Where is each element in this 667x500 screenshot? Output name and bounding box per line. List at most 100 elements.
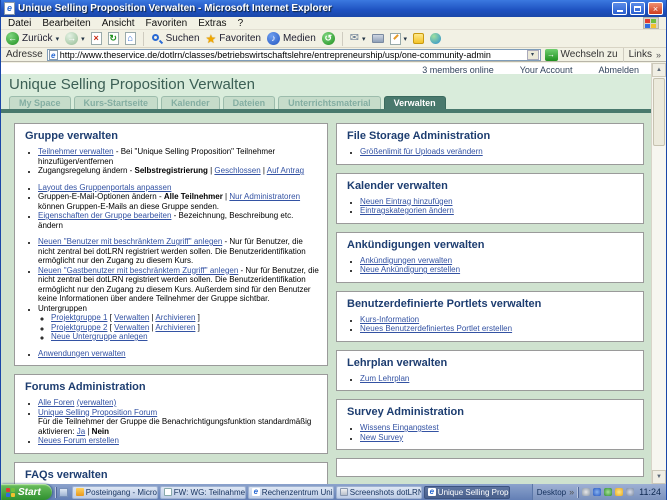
desktop-toolbar-label[interactable]: Desktop	[537, 488, 566, 497]
menu-extras[interactable]: Extras	[198, 18, 226, 29]
neuer-benutzer-link[interactable]: Neuen "Benutzer mit beschränktem Zugriff…	[38, 237, 222, 246]
discuss-button[interactable]	[413, 33, 424, 44]
geschlossen-link[interactable]: Geschlossen	[214, 166, 260, 175]
wissens-eingangstest-link[interactable]: Wissens Eingangstest	[360, 423, 439, 432]
menu-favoriten[interactable]: Favoriten	[146, 18, 188, 29]
mail-button[interactable]: ✉ ▾	[350, 33, 366, 44]
tray-icon-3[interactable]	[604, 488, 612, 496]
ankuendigungen-verwalten-link[interactable]: Ankündigungen verwalten	[360, 256, 452, 265]
stop-button[interactable]: ×	[91, 32, 102, 45]
task-teilnahme-mail[interactable]: FW: WG: Teilnahme v...	[160, 486, 246, 499]
quick-launch-icon[interactable]	[59, 488, 68, 497]
menu-ansicht[interactable]: Ansicht	[102, 18, 135, 29]
favorites-button[interactable]: ★ Favoriten	[206, 33, 261, 45]
new-survey-link[interactable]: New Survey	[360, 433, 403, 442]
alle-foren-link[interactable]: Alle Foren	[38, 398, 74, 407]
tab-verwalten[interactable]: Verwalten	[384, 96, 446, 109]
tab-kalender[interactable]: Kalender	[161, 96, 220, 109]
refresh-button[interactable]: ↻	[108, 32, 119, 45]
tab-unterrichtsmaterial[interactable]: Unterrichtsmaterial	[278, 96, 381, 109]
menu-bearbeiten[interactable]: Bearbeiten	[42, 18, 90, 29]
print-button[interactable]	[372, 34, 384, 43]
links-toolbar-label[interactable]: Links	[629, 49, 652, 60]
neues-portlet-link[interactable]: Neues Benutzerdefiniertes Portlet erstel…	[360, 324, 512, 333]
tray-icon-5[interactable]	[626, 488, 634, 496]
portlet-grid: Gruppe verwalten Teilnehmer verwalten - …	[1, 113, 651, 484]
task-posteingang[interactable]: Posteingang - Micros...	[72, 486, 158, 499]
projektgruppe-1-archivieren-link[interactable]: Archivieren	[155, 313, 195, 322]
search-button[interactable]: Suchen	[151, 33, 200, 45]
back-dropdown-icon[interactable]: ▾	[56, 35, 60, 43]
neuer-eintrag-link[interactable]: Neuen Eintrag hinzufügen	[360, 197, 453, 206]
scroll-up-button[interactable]: ▲	[652, 63, 666, 77]
layout-anpassen-link[interactable]: Layout des Gruppenportals anpassen	[38, 183, 171, 192]
portlet-benutzerdefinierte-portlets: Benutzerdefinierte Portlets verwalten Ku…	[336, 291, 644, 342]
scrollbar-thumb[interactable]	[653, 78, 665, 146]
edit-dropdown-icon[interactable]: ▾	[404, 35, 408, 43]
ankuendigungen-list: Ankündigungen verwalten Neue Ankündigung…	[345, 256, 635, 275]
history-button[interactable]: ↺	[322, 32, 335, 45]
list-item: Neue Untergruppe anlegen	[51, 332, 319, 342]
scroll-down-button[interactable]: ▼	[652, 470, 666, 484]
tray-icon-4[interactable]	[615, 488, 623, 496]
alle-foren-verwalten-link[interactable]: (verwalten)	[77, 398, 117, 407]
task-unique-selling-proposition[interactable]: e Unique Selling Propos...	[424, 486, 510, 499]
projektgruppe-1-verwalten-link[interactable]: Verwalten	[114, 313, 149, 322]
edit-button[interactable]: ▾	[390, 33, 408, 45]
address-field[interactable]: e ▾	[47, 49, 541, 61]
item-text: Gruppen-E-Mail-Optionen ändern -	[38, 192, 164, 201]
taskbar-grip[interactable]	[55, 487, 57, 498]
forward-button[interactable]: → ▾	[65, 32, 85, 45]
nur-administratoren-link[interactable]: Nur Administratoren	[229, 192, 300, 201]
start-button[interactable]: Start	[1, 484, 52, 500]
mail-dropdown-icon[interactable]: ▾	[362, 35, 366, 43]
logout-link[interactable]: Abmelden	[598, 65, 639, 75]
neue-untergruppe-link[interactable]: Neue Untergruppe anlegen	[51, 332, 148, 341]
address-dropdown-icon[interactable]: ▾	[527, 50, 539, 60]
benachrichtigung-ja-link[interactable]: Ja	[77, 427, 85, 436]
usp-forum-link[interactable]: Unique Selling Proposition Forum	[38, 408, 157, 417]
projektgruppe-1-link[interactable]: Projektgruppe 1	[51, 313, 107, 322]
tray-icon-2[interactable]	[593, 488, 601, 496]
vertical-scrollbar[interactable]: ▲ ▼	[651, 63, 666, 484]
restore-button[interactable]	[630, 2, 645, 15]
media-button[interactable]: ♪ Medien	[267, 32, 316, 45]
forward-dropdown-icon[interactable]: ▾	[81, 35, 85, 43]
eigenschaften-bearbeiten-link[interactable]: Eigenschaften der Gruppe bearbeiten	[38, 211, 171, 220]
tab-dateien[interactable]: Dateien	[223, 96, 276, 109]
menu-hilfe[interactable]: ?	[238, 18, 244, 29]
task-label: FW: WG: Teilnahme v...	[174, 488, 246, 497]
go-button[interactable]: → Wechseln zu	[545, 49, 618, 61]
anwendungen-verwalten-link[interactable]: Anwendungen verwalten	[38, 349, 126, 358]
neues-forum-link[interactable]: Neues Forum erstellen	[38, 436, 119, 445]
kurs-information-link[interactable]: Kurs-Information	[360, 315, 419, 324]
projektgruppe-2-verwalten-link[interactable]: Verwalten	[114, 323, 149, 332]
tray-chevron-icon[interactable]: »	[569, 487, 574, 497]
home-button[interactable]: ⌂	[125, 32, 136, 45]
back-button[interactable]: ← Zurück ▾	[6, 32, 59, 45]
teilnehmer-verwalten-link[interactable]: Teilnehmer verwalten	[38, 147, 114, 156]
tab-kurs-startseite[interactable]: Kurs-Startseite	[74, 96, 159, 109]
minimize-button[interactable]	[612, 2, 627, 15]
address-input[interactable]	[60, 50, 525, 60]
task-label: Unique Selling Propos...	[438, 488, 510, 497]
your-account-link[interactable]: Your Account	[520, 65, 573, 75]
upload-limit-link[interactable]: Größenlimit für Uploads verändern	[360, 147, 483, 156]
projektgruppe-2-archivieren-link[interactable]: Archivieren	[155, 323, 195, 332]
eintragskategorien-link[interactable]: Eintragskategorien ändern	[360, 206, 454, 215]
messenger-button[interactable]	[430, 33, 441, 44]
auf-antrag-link[interactable]: Auf Antrag	[267, 166, 304, 175]
neue-ankuendigung-link[interactable]: Neue Ankündigung erstellen	[360, 265, 460, 274]
projektgruppe-2-link[interactable]: Projektgruppe 2	[51, 323, 107, 332]
tray-icon-1[interactable]	[582, 488, 590, 496]
zum-lehrplan-link[interactable]: Zum Lehrplan	[360, 374, 409, 383]
forward-icon: →	[65, 32, 78, 45]
members-online-link[interactable]: 3 members online	[422, 65, 494, 75]
task-screenshots[interactable]: Screenshots dotLRN...	[336, 486, 422, 499]
neuer-gastbenutzer-link[interactable]: Neuen "Gastbenutzer mit beschränktem Zug…	[38, 266, 238, 275]
links-chevron-icon[interactable]: »	[656, 50, 661, 60]
tab-my-space[interactable]: My Space	[9, 96, 71, 109]
task-rechenzentrum[interactable]: e Rechenzentrum Uni K...	[248, 486, 334, 499]
close-button[interactable]: ×	[648, 2, 663, 15]
menu-datei[interactable]: Datei	[8, 18, 31, 29]
